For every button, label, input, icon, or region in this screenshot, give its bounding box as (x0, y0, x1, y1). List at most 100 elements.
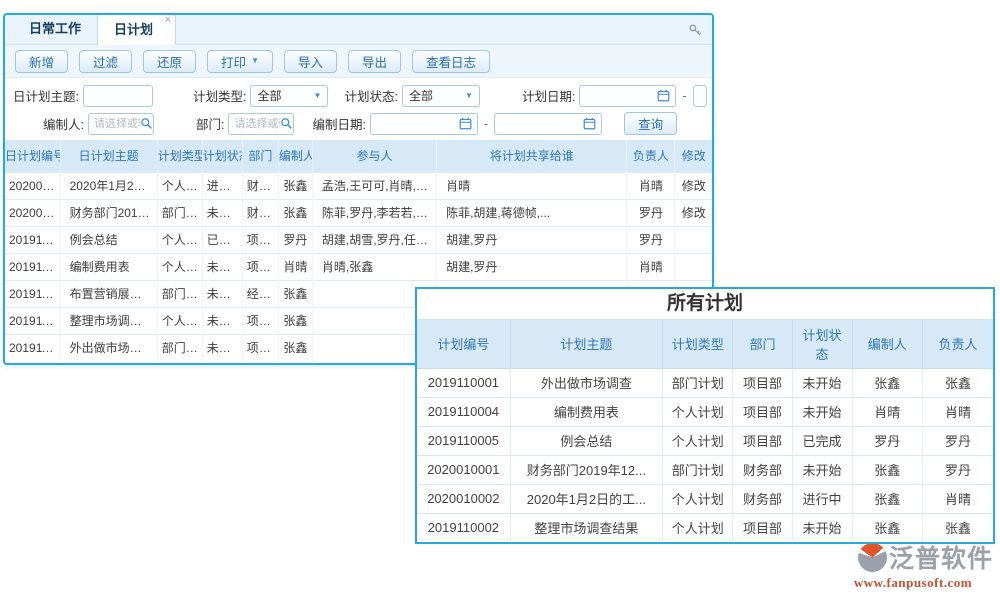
table-row[interactable]: 2019110002 整理市场调查结果 个人计划 项目部 未开始 张鑫 张鑫 (417, 513, 993, 542)
table-row[interactable]: 2019110004 编制费用表 个人计划 未开始 项目部 肖晴 肖晴,张鑫 胡… (5, 253, 712, 280)
cell-creator: 罗丹 (852, 426, 922, 455)
export-button[interactable]: 导出 (348, 50, 401, 73)
calendar-icon[interactable] (459, 117, 472, 130)
cell-creator: 张鑫 (852, 513, 922, 542)
view-log-button[interactable]: 查看日志 (412, 50, 490, 73)
restore-button[interactable]: 还原 (143, 50, 196, 73)
cell-plan-subject-link[interactable]: 2020年1月2日的工作日... (60, 172, 157, 199)
cell-plan-subject-link[interactable]: 财务部门2019年12月的... (60, 199, 157, 226)
cell-plan-type: 个人计划 (157, 253, 202, 280)
cell-plan-subject-link[interactable]: 布置营销展会会场 (60, 280, 157, 307)
cell-share-with: 胡建,罗丹 (437, 253, 627, 280)
cell-creator: 张鑫 (852, 455, 922, 484)
cell-plan-id-link[interactable]: 2020010002 (5, 172, 60, 199)
cell-owner: 张鑫 (923, 368, 993, 397)
close-icon[interactable]: × (165, 14, 171, 26)
plan-date-to-input[interactable] (693, 85, 707, 107)
cell-dept: 项目部 (733, 397, 792, 426)
cell-owner-link[interactable]: 罗丹 (627, 226, 675, 253)
cell-creator: 张鑫 (278, 280, 312, 307)
cell-plan-type: 个人计划 (157, 226, 202, 253)
print-button[interactable]: 打印 ▼ (207, 50, 273, 73)
cell-owner-link[interactable]: 罗丹 (627, 199, 675, 226)
calendar-icon[interactable] (657, 89, 670, 102)
made-date-to[interactable] (494, 113, 602, 135)
table-row[interactable]: 2019110004 编制费用表 个人计划 项目部 未开始 肖晴 肖晴 (417, 397, 993, 426)
cell-owner: 罗丹 (923, 426, 993, 455)
cell-plan-subject-link[interactable]: 例会总结 (60, 226, 157, 253)
cell-plan-subject: 编制费用表 (510, 397, 662, 426)
dept-input[interactable] (234, 118, 280, 130)
cell-plan-status: 已完成 (792, 426, 852, 455)
cell-modify-link[interactable]: 修改 (675, 172, 712, 199)
cell-owner-link[interactable]: 肖晴 (627, 172, 675, 199)
tab-daily-work[interactable]: 日常工作 (13, 13, 97, 44)
cell-plan-id-link[interactable]: 2019110002 (5, 307, 60, 334)
cell-dept: 财务部 (242, 199, 278, 226)
col-dept: 部门 (242, 140, 278, 172)
cell-plan-type: 个人计划 (663, 426, 733, 455)
search-icon[interactable] (280, 117, 293, 130)
cell-plan-subject-link[interactable]: 外出做市场调查 (60, 334, 157, 361)
cell-plan-id-link[interactable]: 2019110005 (5, 226, 60, 253)
made-date-to-input[interactable] (500, 118, 572, 130)
table-row[interactable]: 2020010001 财务部门2019年12... 部门计划 财务部 未开始 张… (417, 455, 993, 484)
cell-owner-link[interactable]: 肖晴 (627, 253, 675, 280)
key-icon[interactable] (688, 23, 702, 37)
search-button[interactable]: 查询 (624, 112, 677, 135)
cell-modify-link[interactable] (675, 226, 712, 253)
subject-input[interactable] (83, 85, 153, 107)
filter-panel: 日计划主题: 计划类型: 全部 ▼ 计划状态: 全部 ▼ 计划日期: (5, 78, 712, 140)
cell-plan-id-link[interactable]: 2019110003 (5, 280, 60, 307)
all-plans-window: 所有计划 计划编号 计划主题 计划类型 部门 计划状态 编制人 负责人 2019… (415, 287, 995, 544)
cell-plan-type: 个人计划 (157, 172, 202, 199)
cell-plan-id-link[interactable]: 2020010001 (5, 199, 60, 226)
cell-dept: 项目部 (733, 368, 792, 397)
cell-plan-status: 未开始 (202, 253, 242, 280)
filter-button[interactable]: 过滤 (79, 50, 132, 73)
print-button-label: 打印 (221, 52, 246, 71)
plan-date-label: 计划日期: (522, 86, 575, 105)
table-row[interactable]: 2020010002 2020年1月2日的工... 个人计划 财务部 进行中 张… (417, 484, 993, 513)
creator-input[interactable] (94, 118, 140, 130)
col-owner: 负责人 (627, 140, 675, 172)
vendor-logo: 泛普软件 www.fanpusoft.com (833, 539, 993, 591)
add-button[interactable]: 新增 (15, 50, 68, 73)
plan-status-select[interactable]: 全部 ▼ (402, 85, 480, 107)
import-button[interactable]: 导入 (284, 50, 337, 73)
cell-plan-subject: 例会总结 (510, 426, 662, 455)
cell-plan-id-link[interactable]: 2019110004 (5, 253, 60, 280)
table-row[interactable]: 2019110005 例会总结 个人计划 项目部 已完成 罗丹 罗丹 (417, 426, 993, 455)
plan-date-from[interactable] (579, 85, 676, 107)
cell-plan-id-link[interactable]: 2019110001 (5, 334, 60, 361)
plan-type-select[interactable]: 全部 ▼ (250, 85, 328, 107)
made-date-from[interactable] (370, 113, 478, 135)
creator-picker[interactable] (88, 113, 154, 135)
cell-plan-subject-link[interactable]: 整理市场调查结果 (60, 307, 157, 334)
cell-plan-id: 2020010002 (417, 484, 510, 513)
cell-creator: 肖晴 (852, 397, 922, 426)
tab-daily-plan[interactable]: 日计划 × (97, 13, 176, 45)
cell-participants: 孟浩,王可可,肖晴,张鑫 (312, 172, 436, 199)
calendar-icon[interactable] (583, 117, 596, 130)
table-row[interactable]: 2019110001 外出做市场调查 部门计划 项目部 未开始 张鑫 张鑫 (417, 368, 993, 397)
table-row[interactable]: 2020010002 2020年1月2日的工作日... 个人计划 进行中 财务部… (5, 172, 712, 199)
search-icon[interactable] (140, 117, 153, 130)
made-date-from-input[interactable] (376, 118, 448, 130)
plan-date-from-input[interactable] (585, 90, 657, 102)
toolbar: 新增 过滤 还原 打印 ▼ 导入 导出 查看日志 (5, 45, 712, 78)
cell-plan-id: 2019110005 (417, 426, 510, 455)
cell-modify-link[interactable] (675, 253, 712, 280)
table-header-row: 计划编号 计划主题 计划类型 部门 计划状态 编制人 负责人 (417, 320, 993, 368)
cell-modify-link[interactable]: 修改 (675, 199, 712, 226)
table-row[interactable]: 2019110005 例会总结 个人计划 已完成 项目部 罗丹 胡建,胡雪,罗丹… (5, 226, 712, 253)
made-date-label: 编制日期: (312, 114, 365, 133)
cell-plan-subject: 2020年1月2日的工... (510, 484, 662, 513)
cell-share-with: 肖晴 (437, 172, 627, 199)
cell-plan-subject-link[interactable]: 编制费用表 (60, 253, 157, 280)
dept-picker[interactable] (228, 113, 294, 135)
tab-bar: 日常工作 日计划 × (5, 15, 712, 45)
col-participants: 参与人 (312, 140, 436, 172)
cell-plan-type: 部门计划 (157, 280, 202, 307)
table-row[interactable]: 2020010001 财务部门2019年12月的... 部门计划 未开始 财务部… (5, 199, 712, 226)
